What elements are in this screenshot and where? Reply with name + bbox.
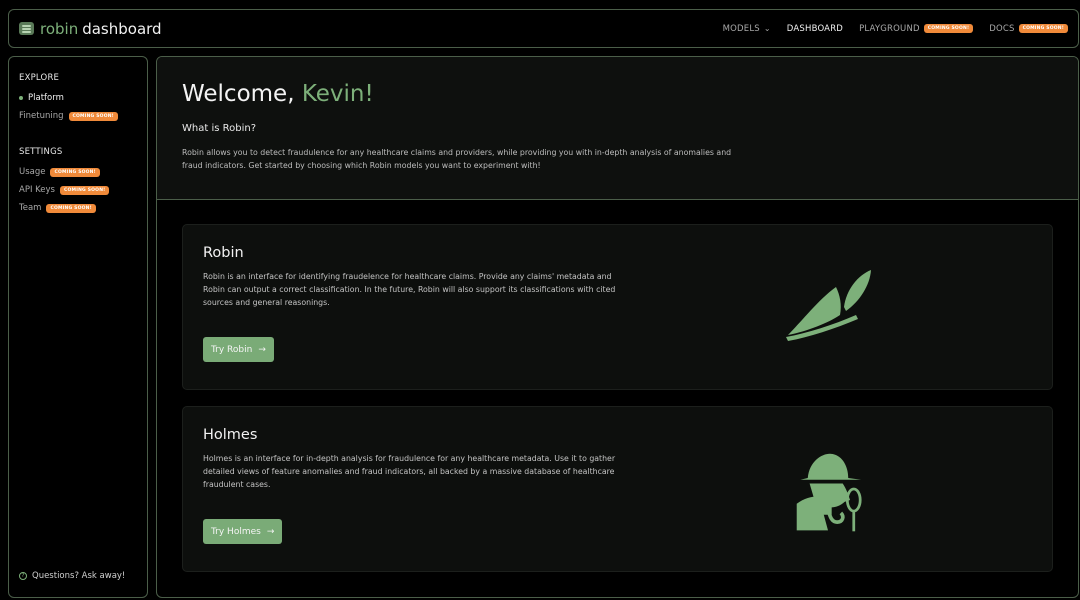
sidebar-item-team[interactable]: Team COMING SOON! <box>19 199 137 217</box>
chevron-down-icon: ⌄ <box>763 24 771 33</box>
sidebar-item-label: Platform <box>28 93 64 103</box>
sidebar-item-label: API Keys <box>19 185 55 195</box>
nav-docs-label: DOCS <box>989 23 1015 34</box>
try-robin-button[interactable]: Try Robin → <box>203 337 274 362</box>
sidebar-item-finetuning[interactable]: Finetuning COMING SOON! <box>19 107 137 125</box>
nav-playground-label: PLAYGROUND <box>859 23 920 34</box>
sidebar-item-platform[interactable]: Platform <box>19 89 137 107</box>
welcome-section: Welcome, Kevin! What is Robin? Robin all… <box>157 57 1078 200</box>
coming-soon-badge: COMING SOON! <box>68 111 118 121</box>
robin-logo-icon <box>19 22 34 35</box>
coming-soon-badge: COMING SOON! <box>1018 24 1068 33</box>
sidebar-item-usage[interactable]: Usage COMING SOON! <box>19 163 137 181</box>
nav-playground[interactable]: PLAYGROUND COMING SOON! <box>859 23 974 34</box>
brand-name: robin <box>40 19 79 38</box>
question-circle-icon: ? <box>19 572 27 580</box>
card-description: Holmes is an interface for in-depth anal… <box>203 454 616 489</box>
intro-text: Robin allows you to detect fraudulence f… <box>182 148 732 170</box>
main-content: Welcome, Kevin! What is Robin? Robin all… <box>156 56 1079 598</box>
top-navbar: robin dashboard MODELS ⌄ DASHBOARD PLAYG… <box>8 9 1079 48</box>
nav-dashboard-label: DASHBOARD <box>786 23 844 34</box>
user-name: Kevin! <box>301 81 374 107</box>
welcome-prefix: Welcome, <box>182 81 302 107</box>
model-card-robin: Robin Robin is an interface for identify… <box>182 224 1053 390</box>
top-nav: MODELS ⌄ DASHBOARD PLAYGROUND COMING SOO… <box>723 24 1068 34</box>
arrow-right-icon: → <box>266 526 275 537</box>
sidebar-item-api-keys[interactable]: API Keys COMING SOON! <box>19 181 137 199</box>
help-link[interactable]: ? Questions? Ask away! <box>19 571 125 581</box>
brand-logo[interactable]: robin dashboard <box>19 20 162 38</box>
sidebar: EXPLORE Platform Finetuning COMING SOON!… <box>8 56 148 598</box>
card-title: Holmes <box>203 427 258 443</box>
card-description: Robin is an interface for identifying fr… <box>203 272 616 307</box>
robin-hat-icon <box>786 270 871 341</box>
page-title: Welcome, Kevin! <box>182 81 1053 107</box>
button-label: Try Holmes <box>211 526 261 537</box>
settings-heading: SETTINGS <box>19 147 63 157</box>
arrow-right-icon: → <box>258 344 266 355</box>
coming-soon-badge: COMING SOON! <box>50 167 100 177</box>
card-title: Robin <box>203 245 244 261</box>
try-holmes-button[interactable]: Try Holmes → <box>203 519 283 544</box>
section-heading: What is Robin? <box>182 123 257 134</box>
nav-models[interactable]: MODELS ⌄ <box>723 24 771 34</box>
nav-models-label: MODELS <box>722 23 760 34</box>
active-dot-icon <box>19 96 23 100</box>
coming-soon-badge: COMING SOON! <box>46 203 96 213</box>
coming-soon-badge: COMING SOON! <box>923 24 974 33</box>
nav-dashboard[interactable]: DASHBOARD <box>787 24 843 34</box>
detective-icon <box>796 453 862 532</box>
help-label: Questions? Ask away! <box>32 571 126 581</box>
nav-docs[interactable]: DOCS COMING SOON! <box>989 24 1068 34</box>
button-label: Try Robin <box>211 344 253 355</box>
coming-soon-badge: COMING SOON! <box>60 185 110 195</box>
explore-heading: EXPLORE <box>19 73 60 83</box>
brand-subtitle: dashboard <box>82 19 162 38</box>
sidebar-item-label: Finetuning <box>19 111 64 121</box>
model-card-holmes: Holmes Holmes is an interface for in-dep… <box>182 406 1053 572</box>
sidebar-item-label: Team <box>19 203 42 213</box>
sidebar-item-label: Usage <box>19 167 46 177</box>
